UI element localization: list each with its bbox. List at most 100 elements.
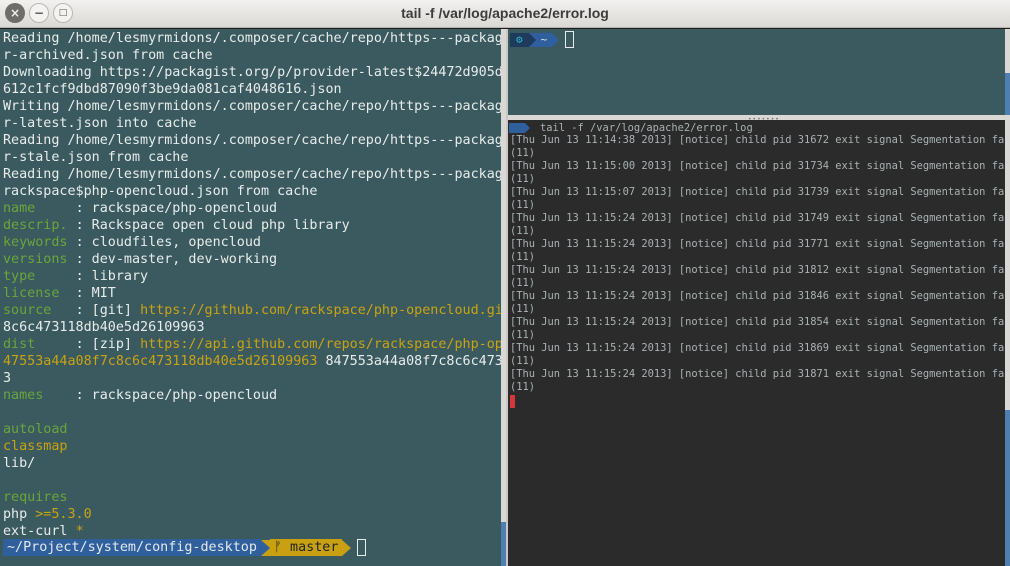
terminal-line: Reading /home/lesmyrmidons/.composer/cac… <box>3 166 501 183</box>
window-title: tail -f /var/log/apache2/error.log <box>401 5 609 21</box>
terminal-cursor <box>357 539 367 556</box>
terminal-text: : rackspace/php-opencloud <box>75 201 278 216</box>
log-line: (11) <box>510 329 536 341</box>
log-line: [Thu Jun 13 11:15:24 2013] [notice] chil… <box>510 212 1005 224</box>
log-line: (11) <box>510 147 536 159</box>
terminal-text: 847553a44a08f7c8c6c473 <box>317 354 501 369</box>
terminal-text: https://github.com/rackspace/php-openclo… <box>140 303 501 318</box>
log-line: [Thu Jun 13 11:15:00 2013] [notice] chil… <box>510 160 1005 172</box>
terminal-line: requires <box>3 489 501 506</box>
terminal-line: php >=5.3.0 <box>3 506 501 523</box>
shell-prompt: ~/Project/system/config-desktop ᚠ master <box>3 539 367 556</box>
right-top-terminal-pane[interactable]: ⚙ ~ <box>508 29 1005 115</box>
right-bottom-scrollbar[interactable] <box>1005 120 1010 566</box>
log-line: (11) <box>510 355 536 367</box>
right-bottom-scrollbar-thumb[interactable] <box>1005 410 1010 566</box>
terminal-line: Reading /home/lesmyrmidons/.composer/cac… <box>3 132 501 149</box>
prompt-separator-arrow <box>260 539 270 556</box>
terminal-text: descrip. <box>3 218 76 233</box>
terminal-text: Reading /home/lesmyrmidons/.composer/cac… <box>3 167 501 182</box>
terminal-line: r-stale.json from cache <box>3 149 501 166</box>
prompt-tag-arrow <box>525 122 530 133</box>
terminal-line: source : [git] https://github.com/racksp… <box>3 302 501 319</box>
log-line: [Thu Jun 13 11:15:24 2013] [notice] chil… <box>510 368 1005 380</box>
terminal-text: : [zip] <box>75 337 141 352</box>
log-command: tail -f /var/log/apache2/error.log <box>540 121 753 134</box>
terminal-line: 612c1fcf9dbd87090f3be9da081caf4048616.js… <box>3 81 501 98</box>
git-branch-name: master <box>290 540 339 555</box>
prompt-git-segment: ᚠ master <box>269 539 343 556</box>
right-bottom-terminal-pane[interactable]: tail -f /var/log/apache2/error.log [Thu … <box>508 120 1005 566</box>
terminal-line: Reading /home/lesmyrmidons/.composer/cac… <box>3 30 501 47</box>
terminal-text: : MIT <box>75 286 116 301</box>
terminal-line: names : rackspace/php-opencloud <box>3 387 501 404</box>
terminal-text: Reading /home/lesmyrmidons/.composer/cac… <box>3 31 501 46</box>
terminal-line: lib/ <box>3 455 501 472</box>
log-line: [Thu Jun 13 11:15:24 2013] [notice] chil… <box>510 342 1005 354</box>
terminal-line: type : library <box>3 268 501 285</box>
terminal-cursor <box>510 395 515 408</box>
terminal-text: r-latest.json into cache <box>3 116 197 131</box>
terminal-text: >=5.3.0 <box>35 507 92 522</box>
terminal-line: versions : dev-master, dev-working <box>3 251 501 268</box>
terminal-text: autoload <box>3 422 68 437</box>
terminal-text: Reading /home/lesmyrmidons/.composer/cac… <box>3 133 501 148</box>
terminal-text: Writing /home/lesmyrmidons/.composer/cac… <box>3 99 501 114</box>
terminal-text: ext-curl <box>3 524 76 539</box>
prompt-home: ~ <box>535 32 553 47</box>
gear-icon: ⚙ <box>510 32 529 47</box>
log-line: (11) <box>510 173 536 185</box>
terminal-text: : cloudfiles, opencloud <box>75 235 261 250</box>
terminal-cursor <box>565 31 575 48</box>
terminal-line: r-archived.json from cache <box>3 47 501 64</box>
terminal-line: name : rackspace/php-opencloud <box>3 200 501 217</box>
terminal-text: lib/ <box>3 456 36 471</box>
prompt-path: ~/Project/system/config-desktop <box>3 539 261 556</box>
log-line: [Thu Jun 13 11:15:24 2013] [notice] chil… <box>510 316 1005 328</box>
terminal-line: Downloading https://packagist.org/p/prov… <box>3 64 501 81</box>
terminal-line: 8c6c473118db40e5d26109963 <box>3 319 501 336</box>
terminal-line: classmap <box>3 438 501 455</box>
prompt-tag <box>509 122 525 133</box>
log-line: [Thu Jun 13 11:15:24 2013] [notice] chil… <box>510 238 1005 250</box>
prompt-end-arrow <box>342 539 352 556</box>
terminal-line: 47553a44a08f7c8c6c473118db40e5d26109963 … <box>3 353 501 370</box>
terminal-text: r-archived.json from cache <box>3 48 213 63</box>
terminal-line: keywords : cloudfiles, opencloud <box>3 234 501 251</box>
log-line: [Thu Jun 13 11:14:38 2013] [notice] chil… <box>510 134 1005 146</box>
terminal-text: : [git] <box>75 303 141 318</box>
mini-shell-prompt: ⚙ ~ <box>510 31 575 48</box>
log-line: [Thu Jun 13 11:15:07 2013] [notice] chil… <box>510 186 1005 198</box>
git-branch-icon: ᚠ <box>273 540 282 555</box>
terminal-line: Writing /home/lesmyrmidons/.composer/cac… <box>3 98 501 115</box>
log-line: (11) <box>510 225 536 237</box>
terminal-text: classmap <box>3 439 68 454</box>
log-line: (11) <box>510 277 536 289</box>
terminal-line: descrip. : Rackspace open cloud php libr… <box>3 217 501 234</box>
log-line: (11) <box>510 251 536 263</box>
terminal-text: : library <box>75 269 149 284</box>
log-output: [Thu Jun 13 11:14:38 2013] [notice] chil… <box>508 134 1005 394</box>
terminal-text: Downloading https://packagist.org/p/prov… <box>3 65 501 80</box>
log-line: (11) <box>510 199 536 211</box>
terminal-line: ext-curl * <box>3 523 501 540</box>
left-terminal-pane[interactable]: Reading /home/lesmyrmidons/.composer/cac… <box>0 29 501 566</box>
terminal-text: : dev-master, dev-working <box>75 252 278 267</box>
terminal-text: 612c1fcf9dbd87090f3be9da081caf4048616.js… <box>3 82 342 97</box>
log-line: (11) <box>510 303 536 315</box>
terminal-text: requires <box>3 490 68 505</box>
right-top-scrollbar-thumb[interactable] <box>1005 73 1010 115</box>
terminal-text: keywords <box>3 235 76 250</box>
terminal-text: 3 <box>3 371 12 386</box>
terminal-text: names <box>3 388 76 403</box>
terminal-text: 47553a44a08f7c8c6c473118db40e5d26109963 <box>3 354 318 369</box>
terminal-text: rackspace$php-opencloud.json from cache <box>3 184 318 199</box>
log-line: [Thu Jun 13 11:15:24 2013] [notice] chil… <box>510 290 1005 302</box>
right-top-scrollbar[interactable] <box>1005 29 1010 115</box>
terminal-text: https://api.github.com/repos/rackspace/p… <box>140 337 501 352</box>
terminal-text: type <box>3 269 76 284</box>
terminal-text: 8c6c473118db40e5d26109963 <box>3 320 205 335</box>
terminal-text: * <box>75 524 84 539</box>
